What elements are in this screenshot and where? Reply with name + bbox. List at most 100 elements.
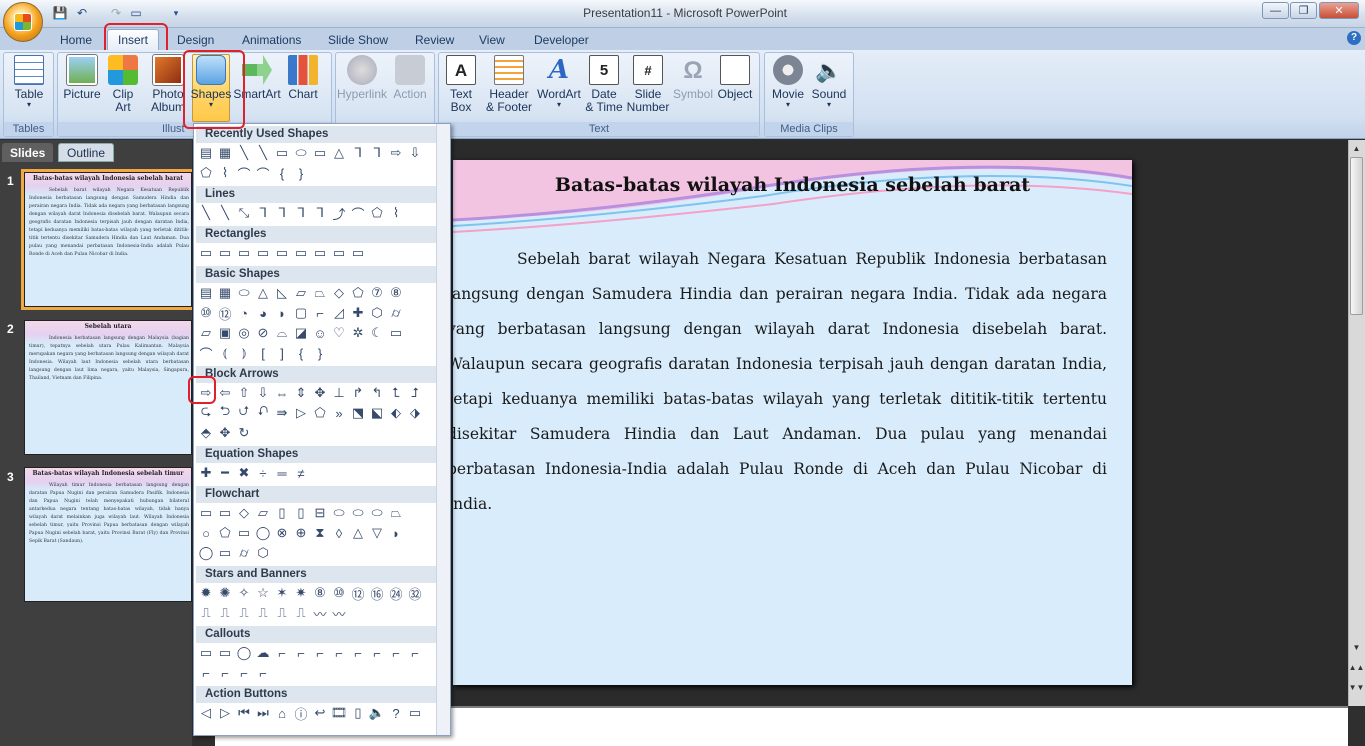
- shape-option[interactable]: ᒣ: [350, 144, 366, 162]
- shape-option[interactable]: ⌓: [274, 324, 290, 342]
- slide-title[interactable]: Batas-batas wilayah Indonesia sebelah ba…: [453, 174, 1132, 196]
- shape-option[interactable]: ⌐: [255, 664, 271, 682]
- shape-option[interactable]: ⬭: [293, 144, 309, 162]
- scroll-up-icon[interactable]: ▲: [1349, 141, 1364, 155]
- shape-option[interactable]: ▱: [198, 324, 214, 342]
- shape-option[interactable]: ⌐: [236, 664, 252, 682]
- shape-option[interactable]: ⦅: [217, 344, 233, 362]
- qat-customize-icon[interactable]: ▾: [168, 5, 184, 21]
- shape-option[interactable]: ⑩: [331, 584, 347, 602]
- shape-option[interactable]: ⦆: [236, 344, 252, 362]
- shape-option[interactable]: ⏭: [255, 704, 271, 722]
- tab-developer[interactable]: Developer: [524, 29, 599, 50]
- shape-option[interactable]: ⤡: [236, 204, 252, 222]
- shape-option[interactable]: 🔈: [369, 704, 385, 722]
- shape-option[interactable]: ᒣ: [369, 144, 385, 162]
- shape-option[interactable]: ◗: [274, 304, 290, 322]
- shape-option[interactable]: ↩: [312, 704, 328, 722]
- shape-option[interactable]: ⬠: [217, 524, 233, 542]
- tab-review[interactable]: Review: [405, 29, 464, 50]
- shape-option[interactable]: ╲: [217, 204, 233, 222]
- shape-option[interactable]: ⬖: [388, 404, 404, 422]
- shape-option[interactable]: ✶: [274, 584, 290, 602]
- slide-number-button[interactable]: # Slide Number: [627, 55, 669, 125]
- shape-option[interactable]: ⬠: [350, 284, 366, 302]
- shape-option[interactable]: 〰: [331, 604, 347, 622]
- shape-option[interactable]: ◯: [255, 524, 271, 542]
- shape-option[interactable]: ÷: [255, 464, 271, 482]
- shape-option[interactable]: ⬭: [369, 504, 385, 522]
- slide-thumbnail-3[interactable]: Batas-batas wilayah Indonesia sebelah ti…: [24, 467, 192, 602]
- shape-option[interactable]: ?: [388, 704, 404, 722]
- shape-option[interactable]: ▣: [217, 324, 233, 342]
- shape-option[interactable]: ☺: [312, 324, 328, 342]
- shape-option[interactable]: ⬭: [350, 504, 366, 522]
- shape-option[interactable]: ⮎: [198, 403, 214, 422]
- shape-option[interactable]: ⊘: [255, 324, 271, 342]
- tab-slide-show[interactable]: Slide Show: [318, 29, 398, 50]
- shape-option[interactable]: ⧗: [312, 524, 328, 542]
- shape-option[interactable]: ]: [274, 344, 290, 362]
- smartart-button[interactable]: SmartArt: [233, 55, 281, 125]
- shape-option[interactable]: ⮤: [388, 384, 404, 402]
- shape-option[interactable]: ⌐: [198, 664, 214, 682]
- close-button[interactable]: ✕: [1319, 2, 1359, 19]
- shape-option[interactable]: ☆: [255, 584, 271, 602]
- shape-option[interactable]: ▭: [198, 244, 214, 262]
- shape-option[interactable]: ▭: [217, 644, 233, 662]
- shape-option[interactable]: ⑫: [350, 584, 366, 602]
- shape-option[interactable]: ⎍: [236, 604, 252, 622]
- shape-option[interactable]: ⌐: [274, 644, 290, 662]
- shape-option[interactable]: ⇛: [274, 404, 290, 422]
- shape-option[interactable]: ⌒: [255, 164, 271, 182]
- shape-option[interactable]: △: [255, 284, 271, 302]
- action-button[interactable]: Action: [391, 55, 429, 125]
- shape-option[interactable]: ⌐: [293, 644, 309, 662]
- shape-option[interactable]: ▭: [388, 324, 404, 342]
- shape-option[interactable]: ▭: [198, 504, 214, 522]
- shape-option[interactable]: ⬔: [350, 404, 366, 422]
- date-time-button[interactable]: 5 Date & Time: [585, 55, 623, 125]
- shape-option[interactable]: ⬠: [312, 404, 328, 422]
- shape-option[interactable]: ⬡: [255, 544, 271, 562]
- sound-button[interactable]: 🔈 Sound ▾: [811, 55, 847, 125]
- shape-option[interactable]: ▽: [369, 524, 385, 542]
- shape-option[interactable]: 〰: [312, 604, 328, 622]
- shape-option[interactable]: ⮏: [255, 403, 271, 422]
- shape-option[interactable]: }: [293, 164, 309, 182]
- shape-option[interactable]: ⊟: [312, 504, 328, 522]
- shape-option[interactable]: ᒣ: [312, 204, 328, 222]
- shape-option[interactable]: △: [350, 524, 366, 542]
- shape-option[interactable]: ⌇: [217, 164, 233, 182]
- shape-option[interactable]: ᒣ: [274, 204, 290, 222]
- shape-option[interactable]: ⇩: [407, 144, 423, 162]
- shape-option[interactable]: ⇧: [236, 384, 252, 402]
- shape-option[interactable]: ⑧: [388, 284, 404, 302]
- shape-option[interactable]: ◁: [198, 704, 214, 722]
- shape-option[interactable]: ⇨: [388, 144, 404, 162]
- shape-option[interactable]: ▯: [274, 504, 290, 522]
- shape-option[interactable]: ⓘ: [293, 704, 309, 722]
- shape-option[interactable]: ▭: [312, 144, 328, 162]
- shape-option[interactable]: ✲: [350, 324, 366, 342]
- shape-option[interactable]: ⌐: [388, 644, 404, 662]
- shape-option[interactable]: ⎍: [274, 604, 290, 622]
- gallery-scrollbar[interactable]: [436, 124, 450, 735]
- shape-option[interactable]: ⌐: [407, 644, 423, 662]
- shape-option[interactable]: ✚: [198, 464, 214, 482]
- shape-option[interactable]: △: [331, 144, 347, 162]
- shape-option[interactable]: ▭: [274, 244, 290, 262]
- shape-option[interactable]: ✷: [293, 584, 309, 602]
- shape-option[interactable]: ⤴: [331, 204, 347, 222]
- shape-option[interactable]: ◔: [236, 304, 252, 322]
- shape-option[interactable]: ⬠: [198, 164, 214, 182]
- shape-option[interactable]: ⎍: [217, 604, 233, 622]
- shape-option[interactable]: ⌒: [350, 204, 366, 222]
- shape-option[interactable]: ▭: [350, 244, 366, 262]
- table-button[interactable]: Table ▾: [9, 55, 49, 125]
- shapes-button[interactable]: Shapes ▾: [191, 54, 231, 122]
- shape-option[interactable]: {: [274, 164, 290, 182]
- restore-button[interactable]: ❐: [1290, 2, 1317, 19]
- shape-option[interactable]: ⌭: [388, 304, 404, 322]
- new-slide-icon[interactable]: ▭: [128, 5, 144, 21]
